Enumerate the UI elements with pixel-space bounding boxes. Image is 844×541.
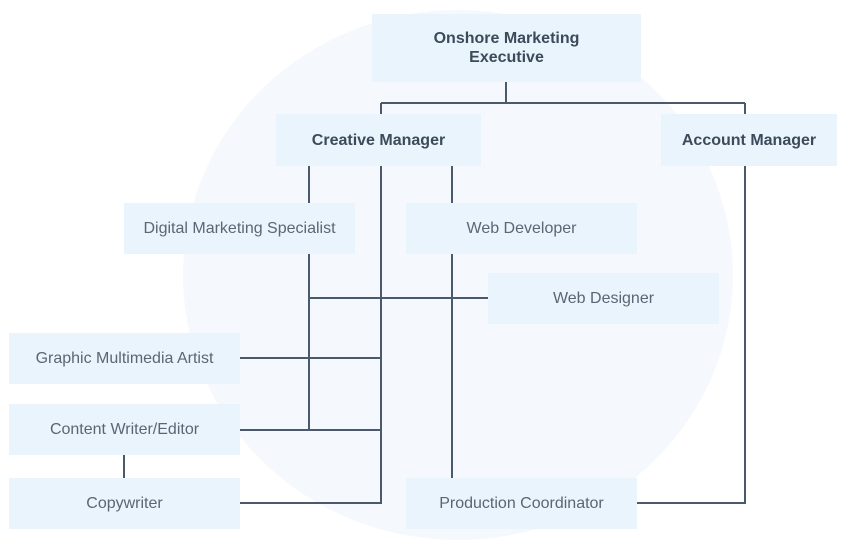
label-creative-manager: Creative Manager bbox=[311, 131, 446, 149]
connector-account-to-production bbox=[637, 166, 746, 504]
org-chart: Onshore Marketing Executive Creative Man… bbox=[0, 0, 844, 541]
box-graphic-multimedia-artist: Graphic Multimedia Artist bbox=[9, 333, 240, 384]
box-account-manager: Account Manager bbox=[661, 114, 837, 166]
label-digital-marketing-specialist: Digital Marketing Specialist bbox=[143, 220, 336, 237]
label-copywriter: Copywriter bbox=[86, 495, 163, 512]
box-production-coordinator: Production Coordinator bbox=[406, 478, 637, 529]
label-web-developer: Web Developer bbox=[466, 220, 577, 237]
label-graphic-multimedia-artist: Graphic Multimedia Artist bbox=[35, 350, 214, 367]
label-production-coordinator: Production Coordinator bbox=[439, 495, 604, 512]
label-content-writer-editor: Content Writer/Editor bbox=[49, 421, 200, 438]
box-creative-manager: Creative Manager bbox=[276, 114, 481, 166]
box-web-developer: Web Developer bbox=[406, 203, 637, 254]
label-onshore-marketing-executive: Onshore Marketing Executive bbox=[433, 30, 580, 66]
box-digital-marketing-specialist: Digital Marketing Specialist bbox=[124, 203, 355, 254]
label-web-designer: Web Designer bbox=[552, 290, 655, 307]
box-copywriter: Copywriter bbox=[9, 478, 240, 529]
box-onshore-marketing-executive: Onshore Marketing Executive bbox=[372, 14, 641, 82]
box-content-writer-editor: Content Writer/Editor bbox=[9, 404, 240, 455]
box-web-designer: Web Designer bbox=[488, 273, 719, 324]
label-account-manager: Account Manager bbox=[681, 131, 817, 149]
